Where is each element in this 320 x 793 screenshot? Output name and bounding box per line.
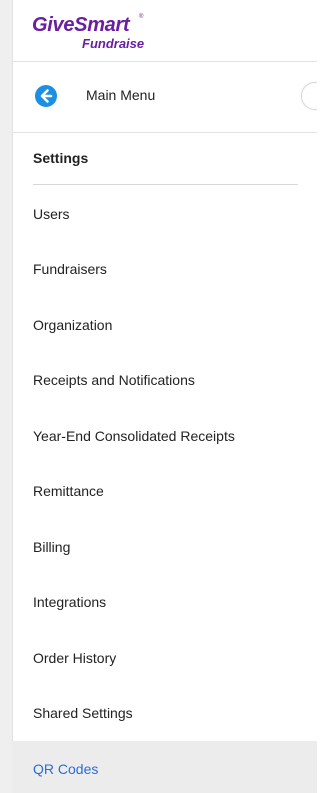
sidebar-item-label: QR Codes <box>33 760 99 777</box>
sidebar-item-shared-settings[interactable]: Shared Settings <box>12 686 317 742</box>
sidebar-item-label: Shared Settings <box>33 705 133 722</box>
sidebar-item-remittance[interactable]: Remittance <box>12 464 317 520</box>
arrow-left-circle-icon <box>35 85 57 107</box>
main-menu-button[interactable]: Main Menu <box>12 62 317 132</box>
logo-trademark: ® <box>139 14 144 20</box>
sidebar-item-organization[interactable]: Organization <box>12 297 317 353</box>
sidebar-item-integrations[interactable]: Integrations <box>12 575 317 631</box>
sidebar-item-year-end-receipts[interactable]: Year-End Consolidated Receipts <box>12 408 317 464</box>
sidebar-item-label: Integrations <box>33 594 107 611</box>
sidebar-item-label: Fundraisers <box>33 261 107 278</box>
sidebar-item-label: Receipts and Notifications <box>33 372 195 389</box>
menu-divider <box>12 132 317 133</box>
settings-heading: Settings <box>33 150 89 166</box>
settings-nav-list: Users Fundraisers Organization Receipts … <box>12 186 317 793</box>
sidebar-item-label: Year-End Consolidated Receipts <box>33 427 235 444</box>
logo-wordmark: GiveSmart <box>32 14 130 36</box>
settings-sidebar: GiveSmart ® Fundraise Main Menu Settings… <box>0 0 317 793</box>
sidebar-item-fundraisers[interactable]: Fundraisers <box>12 242 317 298</box>
settings-heading-underline <box>33 184 298 185</box>
sidebar-item-label: Organization <box>33 316 113 333</box>
sidebar-item-qr-codes[interactable]: QR Codes <box>12 741 317 793</box>
sidebar-item-label: Users <box>33 205 70 222</box>
logo-product-name: Fundraise <box>82 36 145 51</box>
sidebar-item-order-history[interactable]: Order History <box>12 630 317 686</box>
sidebar-item-users[interactable]: Users <box>12 186 317 242</box>
main-menu-label: Main Menu <box>86 87 156 103</box>
givesmart-logo[interactable]: GiveSmart ® Fundraise <box>32 14 162 54</box>
sidebar-item-label: Billing <box>33 538 71 555</box>
sidebar-item-receipts-notifications[interactable]: Receipts and Notifications <box>12 353 317 409</box>
sidebar-item-label: Order History <box>33 649 117 666</box>
sidebar-item-label: Remittance <box>33 483 104 500</box>
sidebar-item-billing[interactable]: Billing <box>12 519 317 575</box>
sidebar-collapse-toggle[interactable] <box>301 82 317 110</box>
